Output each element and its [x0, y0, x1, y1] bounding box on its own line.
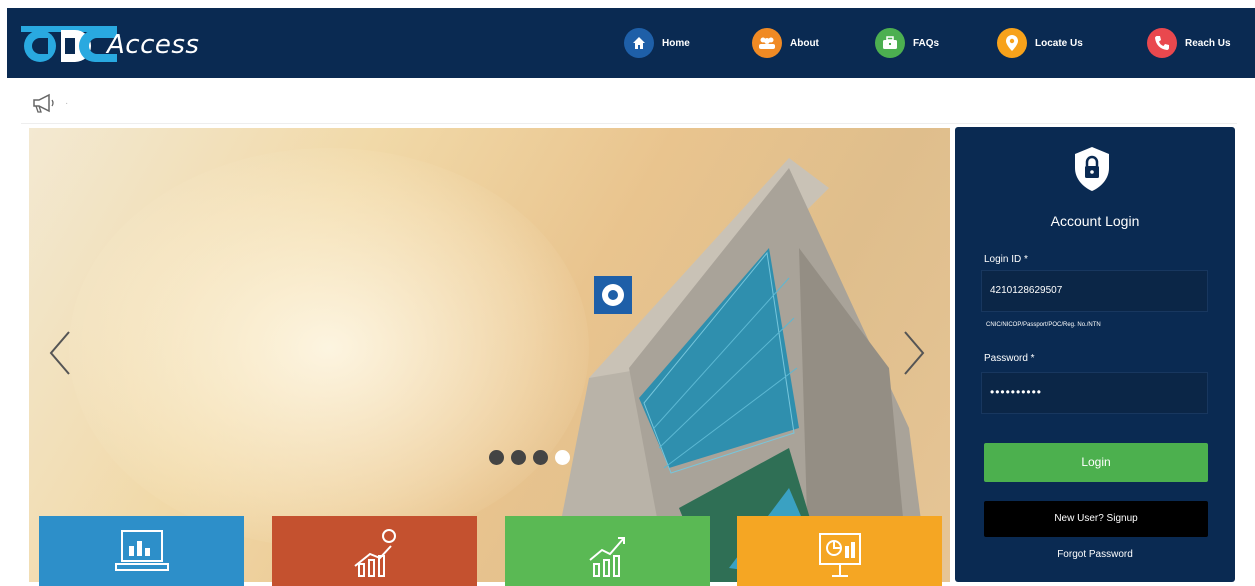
phone-icon: [1147, 28, 1177, 58]
carousel-indicators: [489, 450, 570, 465]
feature-tile-1[interactable]: [39, 516, 244, 586]
feature-tile-4[interactable]: [737, 516, 942, 586]
location-pin-icon: [997, 28, 1027, 58]
nav-faqs-label: FAQs: [913, 37, 940, 49]
password-label: Password *: [984, 353, 1035, 364]
nav-reach-us[interactable]: Reach Us: [1147, 26, 1231, 60]
login-id-hint: CNIC/NICOP/Passport/POC/Reg. No./NTN: [986, 322, 1101, 328]
password-input[interactable]: ••••••••••: [981, 372, 1208, 414]
people-icon: [752, 28, 782, 58]
feature-tile-3[interactable]: [505, 516, 710, 586]
carousel-dot-2[interactable]: [511, 450, 526, 465]
presentation-chart-icon: [818, 533, 861, 577]
forgot-password-link[interactable]: Forgot Password: [955, 549, 1235, 560]
shield-lock-icon: [1072, 145, 1112, 193]
carousel-dot-3[interactable]: [533, 450, 548, 465]
cdc-logo-icon: [21, 26, 117, 62]
login-id-input[interactable]: 4210128629507: [981, 270, 1208, 312]
nav-home-label: Home: [662, 37, 690, 49]
hero-carousel[interactable]: [29, 128, 950, 582]
announcement-bar: ·: [21, 82, 1237, 124]
ticker-separator: ·: [65, 98, 69, 109]
home-icon: [624, 28, 654, 58]
carousel-next-button[interactable]: [899, 328, 929, 378]
login-button[interactable]: Login: [984, 443, 1208, 482]
nav-about-label: About: [790, 37, 819, 49]
chevron-left-icon: [49, 331, 70, 375]
nav-locate-us[interactable]: Locate Us: [997, 26, 1083, 60]
carousel-prev-button[interactable]: [45, 328, 75, 378]
growth-coin-icon: [353, 529, 396, 577]
chevron-right-icon: [904, 331, 925, 375]
carousel-dot-1[interactable]: [489, 450, 504, 465]
login-id-label: Login ID *: [984, 254, 1028, 265]
briefcase-icon: [875, 28, 905, 58]
login-title: Account Login: [1050, 213, 1140, 229]
account-login-panel: Account Login Login ID * 4210128629507 C…: [955, 127, 1235, 582]
logo-text: Access: [107, 30, 200, 60]
trend-up-icon: [588, 537, 625, 577]
nav-about[interactable]: About: [752, 26, 819, 60]
megaphone-icon: [31, 92, 57, 114]
computer-chart-icon: [114, 530, 169, 571]
top-navbar: Access Home About FAQs Locate Us Reach U…: [7, 8, 1255, 78]
cdc-building-image: [549, 158, 929, 582]
nav-reach-us-label: Reach Us: [1185, 37, 1231, 49]
feature-tile-2[interactable]: [272, 516, 477, 586]
signup-button[interactable]: New User? Signup: [984, 501, 1208, 537]
carousel-dot-4[interactable]: [555, 450, 570, 465]
nav-faqs[interactable]: FAQs: [875, 26, 939, 60]
nav-home[interactable]: Home: [624, 26, 690, 60]
nav-locate-us-label: Locate Us: [1035, 37, 1083, 49]
